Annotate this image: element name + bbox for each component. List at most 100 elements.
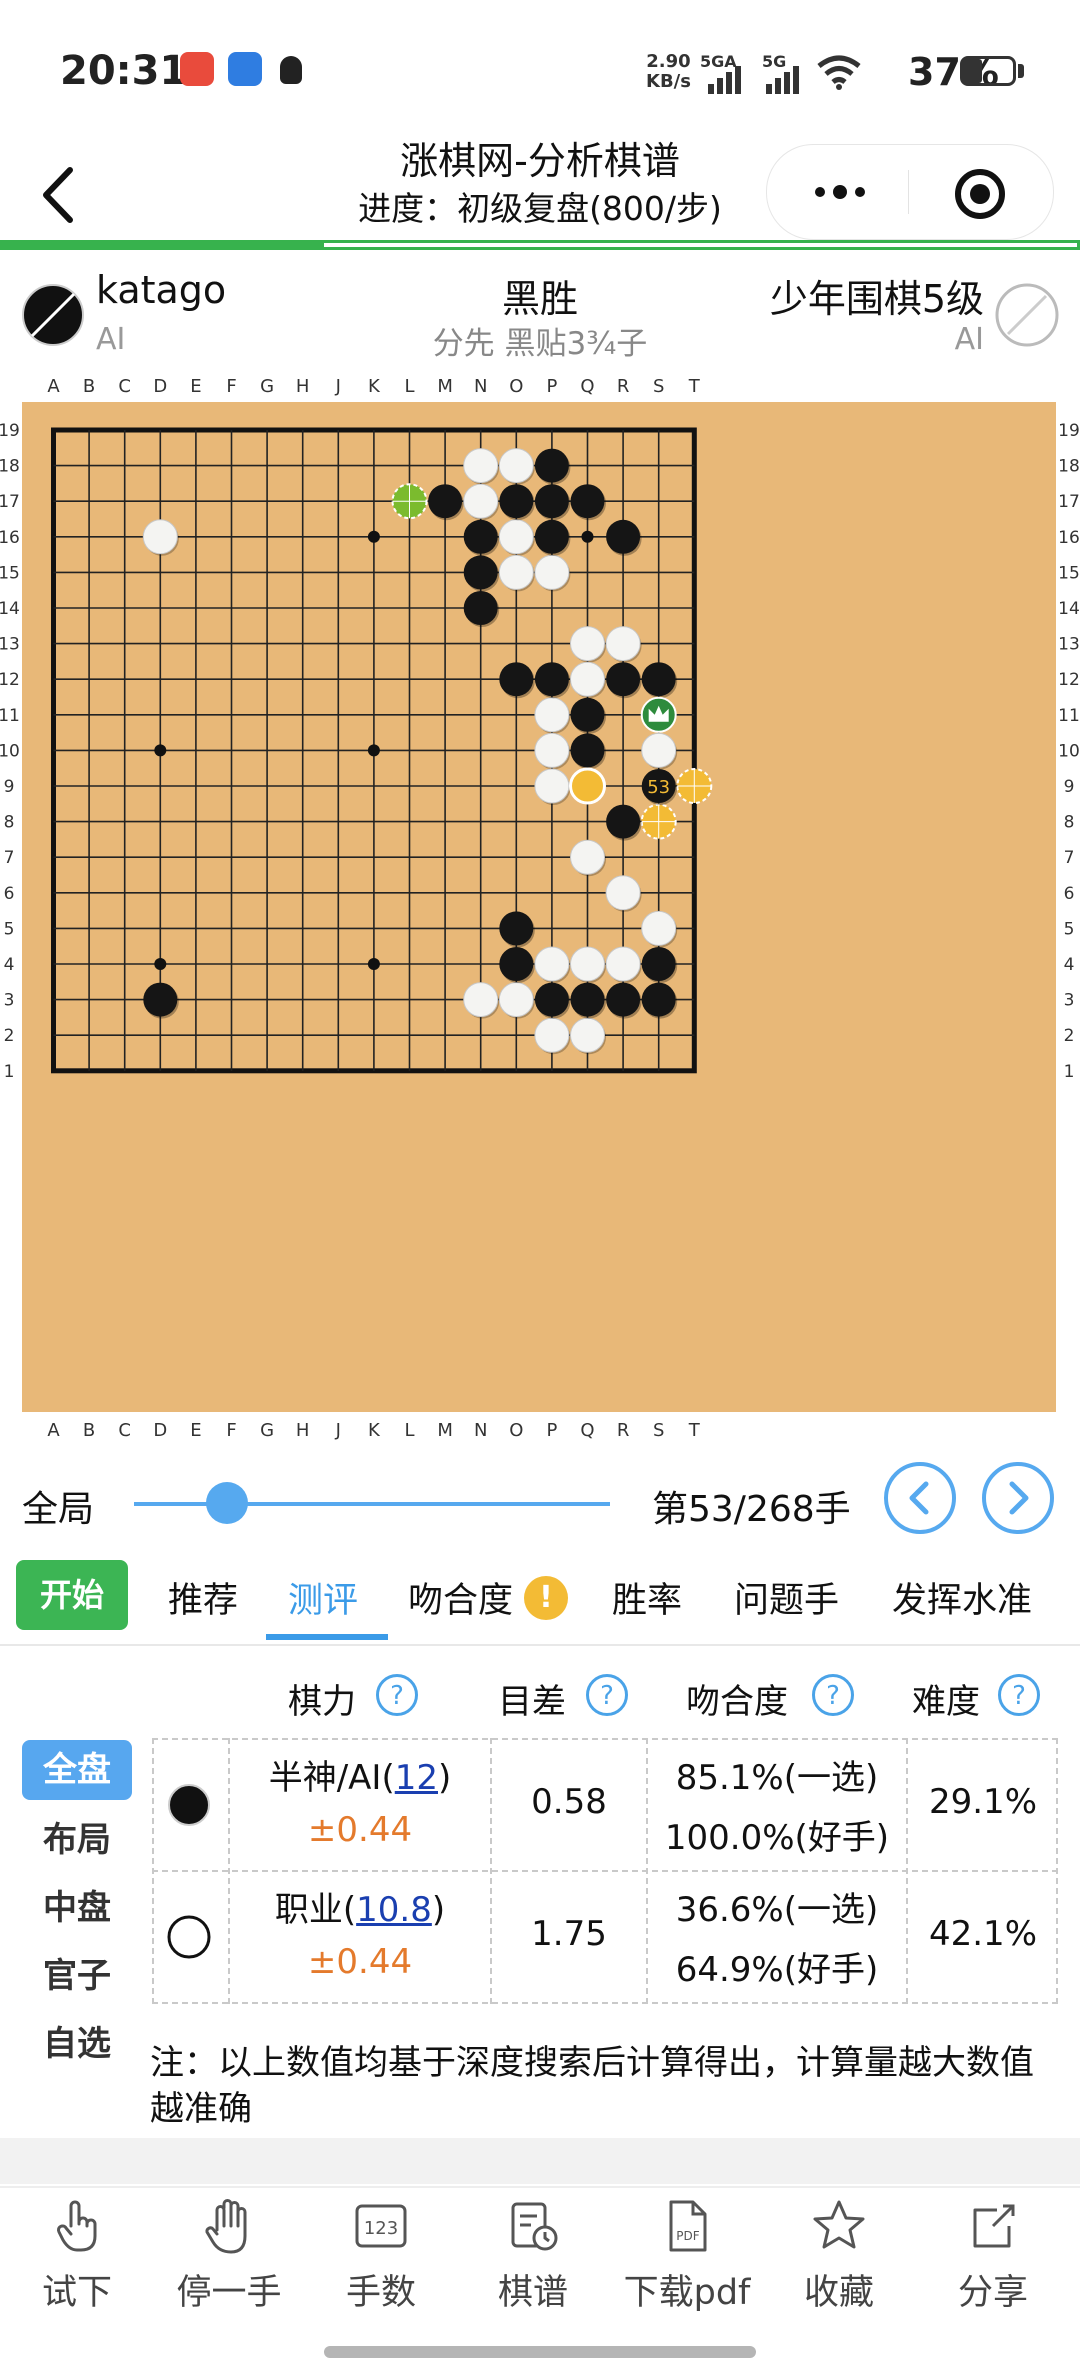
star-point [581, 530, 594, 543]
share-icon [973, 2204, 1015, 2248]
signal-bars-icon [708, 66, 741, 94]
column-label-top: R [617, 376, 630, 397]
star-point [154, 744, 167, 757]
pass-button[interactable]: 停一手 [154, 2196, 304, 2316]
row-label-left: 14 [0, 599, 20, 619]
help-point-diff-icon[interactable]: ? [586, 1674, 628, 1716]
row-label-right: 16 [1058, 528, 1080, 548]
column-label-bottom: B [83, 1420, 95, 1441]
black-stone [606, 519, 641, 554]
start-button[interactable]: 开始 [16, 1560, 128, 1630]
column-label-top: O [509, 376, 523, 397]
move-number-icon: 123 [355, 2204, 407, 2248]
row-label-right: 5 [1064, 919, 1075, 939]
warning-badge-icon: ! [524, 1576, 568, 1620]
row-label-left: 13 [0, 635, 20, 655]
game-rules: 分先 黑贴3¾子 [432, 326, 648, 362]
column-label-bottom: R [617, 1420, 630, 1441]
go-board[interactable]: AABBCCDDEEFFGGHHJJKKLLMMNNOOPPQQRRSSTT19… [0, 372, 1080, 1442]
black-stone [463, 591, 498, 625]
help-match-rate-icon[interactable]: ? [812, 1674, 854, 1716]
black-strength: 半神/AI(12) [268, 1758, 452, 1798]
tab-evaluation[interactable]: 测评 [288, 1572, 358, 1623]
star-point [154, 958, 167, 970]
category-custom[interactable]: 自选 [22, 2016, 132, 2065]
column-label-bottom: K [368, 1420, 381, 1441]
black-stone [143, 982, 178, 1017]
white-stone [534, 946, 570, 982]
move-slider-thumb[interactable] [206, 1482, 248, 1524]
favorite-button[interactable]: 收藏 [764, 2196, 914, 2316]
game-record-button[interactable]: 棋谱 [458, 2196, 608, 2316]
white-difficulty: 42.1% [928, 1914, 1037, 1954]
black-stone [499, 662, 534, 697]
category-middle-game[interactable]: 中盘 [22, 1880, 132, 1929]
column-label-bottom: N [474, 1420, 487, 1441]
next-move-button[interactable] [982, 1462, 1054, 1534]
back-button[interactable] [36, 160, 86, 230]
notification-app-icon [180, 52, 214, 86]
black-difficulty: 29.1% [928, 1782, 1037, 1822]
net-speed: 2.90 KB/s [646, 51, 691, 92]
pdf-file-icon: PDF [669, 2200, 707, 2252]
tab-match-rate[interactable]: 吻合度 [408, 1572, 513, 1623]
column-label-bottom: E [190, 1420, 201, 1441]
row-label-left: 8 [4, 813, 15, 833]
row-label-right: 19 [1058, 421, 1080, 441]
row-label-left: 9 [4, 777, 15, 797]
column-label-bottom: C [118, 1420, 131, 1441]
tap-hand-icon [57, 2200, 97, 2252]
header-difficulty: 难度 [912, 1682, 980, 1722]
tabs-divider [0, 1644, 1080, 1646]
help-difficulty-icon[interactable]: ? [998, 1674, 1040, 1716]
column-label-bottom: D [153, 1420, 167, 1441]
category-endgame[interactable]: 官子 [22, 1948, 132, 1997]
move-numbers-button[interactable]: 123 手数 [306, 2196, 456, 2316]
column-label-top: N [474, 376, 487, 397]
black-strength-score-link[interactable]: 12 [395, 1758, 438, 1798]
black-stone [534, 519, 569, 554]
black-stone [570, 733, 605, 768]
black-player-type: AI [96, 322, 126, 357]
signal-bars-icon [766, 66, 799, 94]
column-label-top: M [437, 376, 453, 397]
close-miniprogram-button[interactable] [952, 166, 1008, 222]
prev-move-button[interactable] [884, 1462, 956, 1534]
row-label-right: 11 [1058, 706, 1080, 726]
column-label-bottom: P [546, 1420, 557, 1441]
black-stone [606, 662, 641, 697]
full-game-label: 全局 [22, 1489, 95, 1530]
black-stone [534, 484, 569, 519]
try-move-button[interactable]: 试下 [2, 2196, 152, 2316]
capsule-divider [908, 170, 909, 214]
more-button[interactable] [800, 172, 880, 212]
white-stone [463, 982, 499, 1018]
row-label-left: 15 [0, 563, 20, 583]
white-stone [498, 519, 534, 555]
row-label-right: 12 [1058, 670, 1080, 690]
black-stone-icon [168, 1784, 210, 1826]
download-pdf-button[interactable]: PDF 下载pdf [612, 2196, 762, 2316]
black-match-first-choice: 85.1%(一选) [675, 1758, 879, 1798]
tab-performance[interactable]: 发挥水准 [892, 1572, 1032, 1623]
white-strength-score-link[interactable]: 10.8 [356, 1890, 432, 1930]
category-opening[interactable]: 布局 [22, 1812, 132, 1861]
stop-hand-icon [205, 2199, 247, 2254]
row-label-right: 3 [1064, 991, 1075, 1011]
tab-win-rate[interactable]: 胜率 [612, 1572, 682, 1623]
white-stone [142, 519, 178, 555]
home-indicator [324, 2346, 756, 2358]
table-divider [152, 1870, 1058, 1872]
tab-recommend[interactable]: 推荐 [168, 1572, 238, 1623]
section-separator [0, 2138, 1080, 2184]
black-stone [499, 947, 534, 981]
help-strength-icon[interactable]: ? [376, 1674, 418, 1716]
share-button[interactable]: 分享 [918, 2196, 1068, 2316]
white-stone [570, 626, 605, 662]
tab-problem-moves[interactable]: 问题手 [734, 1572, 839, 1623]
column-label-bottom: O [509, 1420, 523, 1441]
column-label-top: J [335, 376, 341, 397]
row-label-left: 6 [4, 884, 15, 904]
black-stone-icon [22, 284, 84, 346]
category-full-game[interactable]: 全盘 [22, 1740, 132, 1800]
